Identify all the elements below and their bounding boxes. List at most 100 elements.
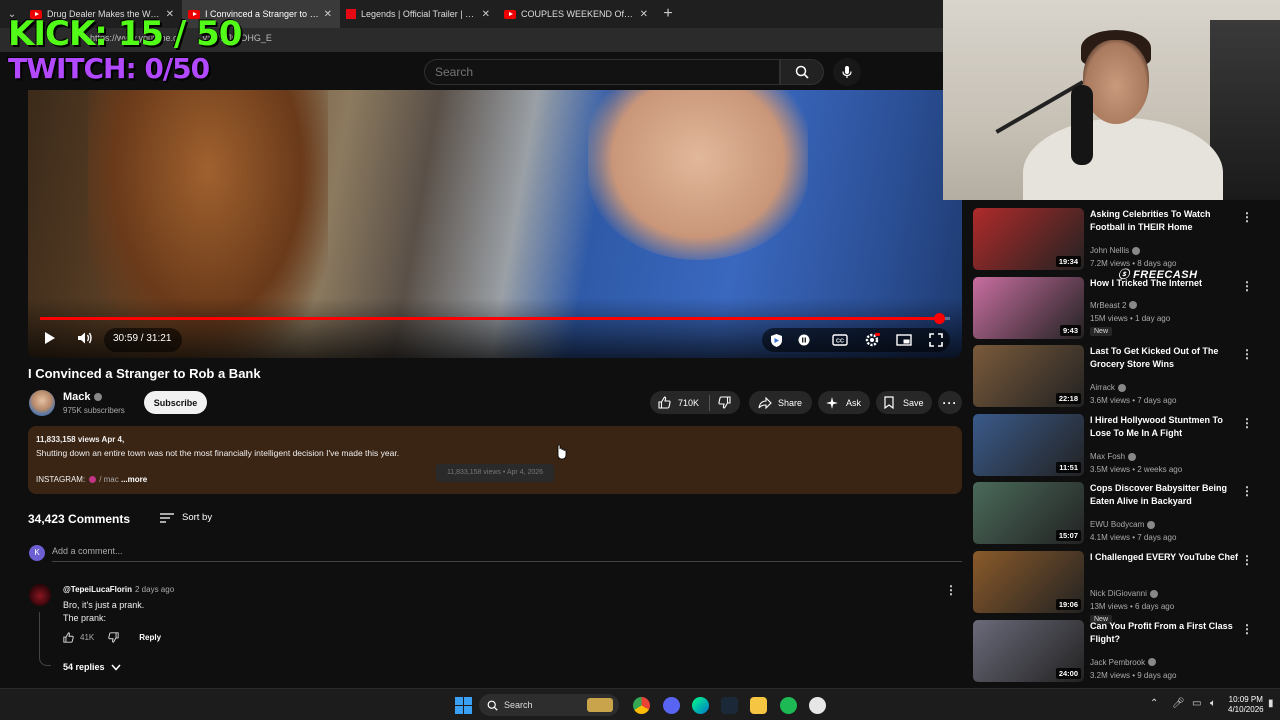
recommended-video[interactable]: 22:18 Last To Get Kicked Out of The Groce… bbox=[973, 345, 1273, 408]
notifications-icon[interactable]: ▮ bbox=[1268, 698, 1274, 709]
recommended-title[interactable]: I Challenged EVERY YouTube Chef bbox=[1090, 551, 1240, 564]
recommended-channel[interactable]: Airrack bbox=[1090, 383, 1126, 392]
like-button[interactable]: 710K bbox=[658, 396, 699, 409]
recommended-video[interactable]: 9:43 How I Tricked The Internet MrBeast 21… bbox=[973, 276, 1273, 339]
screen: ⌄ Drug Dealer Makes the Worst Mi ✕ I Con… bbox=[0, 0, 1280, 720]
recommended-video[interactable]: 11:51 I Hired Hollywood Stuntmen To Lose … bbox=[973, 413, 1273, 476]
progress-scrubber[interactable] bbox=[934, 313, 946, 324]
network-icon[interactable]: ▭ bbox=[1192, 698, 1201, 709]
video-player[interactable]: 30:59 / 31:21 CC bbox=[28, 90, 962, 358]
more-vertical-icon[interactable]: ⋮ bbox=[1241, 347, 1253, 361]
ask-button[interactable]: Ask bbox=[818, 391, 870, 414]
recommended-channel[interactable]: Jack Pembrook bbox=[1090, 658, 1157, 667]
recommended-channel[interactable]: John Nellis bbox=[1090, 246, 1141, 255]
speaker-icon[interactable]: 🔈︎ bbox=[1210, 698, 1216, 709]
description-box[interactable]: 11,833,158 views Apr 4, Shutting down an… bbox=[28, 426, 962, 494]
edge-icon[interactable] bbox=[692, 697, 709, 714]
channel-avatar[interactable] bbox=[29, 390, 55, 416]
video-thumbnail[interactable]: 24:00 bbox=[973, 619, 1084, 682]
sponsor-shield-button[interactable] bbox=[767, 328, 785, 352]
instagram-handle[interactable]: / mac bbox=[99, 475, 119, 484]
reply-button[interactable]: Reply bbox=[139, 633, 161, 642]
video-thumbnail[interactable]: 19:34 bbox=[973, 208, 1084, 270]
video-thumbnail[interactable]: 11:51 bbox=[973, 413, 1084, 476]
recommended-title[interactable]: Last To Get Kicked Out of The Grocery St… bbox=[1090, 345, 1240, 371]
tab-2[interactable]: Legends | Official Trailer | Netflix - ✕ bbox=[340, 0, 498, 28]
more-actions-button[interactable]: ··· bbox=[938, 391, 962, 414]
view-replies-button[interactable]: 54 replies bbox=[63, 662, 121, 672]
recommended-video[interactable]: 19:06 I Challenged EVERY YouTube Chef Nick… bbox=[973, 551, 1273, 624]
file-explorer-icon[interactable] bbox=[750, 697, 767, 714]
clock[interactable]: 10:09 PM 4/10/2026 bbox=[1228, 695, 1264, 715]
recommended-title[interactable]: Cops Discover Babysitter Being Eaten Ali… bbox=[1090, 482, 1240, 508]
video-thumbnail[interactable]: 19:06 bbox=[973, 551, 1084, 613]
app-icon[interactable] bbox=[809, 697, 826, 714]
thumbs-up-icon[interactable] bbox=[63, 632, 74, 643]
video-thumbnail[interactable]: 15:07 bbox=[973, 482, 1084, 545]
volume-button[interactable] bbox=[76, 328, 94, 348]
close-icon[interactable]: ✕ bbox=[640, 9, 648, 20]
spotify-icon[interactable] bbox=[780, 697, 797, 714]
more-link[interactable]: ...more bbox=[121, 475, 147, 484]
captions-button[interactable]: CC bbox=[830, 328, 850, 352]
more-vertical-icon[interactable]: ⋮ bbox=[1241, 622, 1253, 636]
video-duration: 19:34 bbox=[1055, 256, 1081, 267]
recommended-video[interactable]: 24:00 Can You Profit From a First Class F… bbox=[973, 619, 1273, 682]
mouse-cursor-icon bbox=[557, 445, 567, 460]
steam-icon[interactable] bbox=[721, 697, 738, 714]
search-box[interactable] bbox=[424, 59, 780, 85]
more-vertical-icon[interactable]: ⋮ bbox=[1241, 484, 1253, 498]
new-tab-icon[interactable]: + bbox=[656, 5, 680, 23]
subscribe-button[interactable]: Subscribe bbox=[144, 391, 207, 414]
play-button[interactable] bbox=[42, 328, 58, 348]
recommended-video[interactable]: 15:07 Cops Discover Babysitter Being Eate… bbox=[973, 482, 1273, 545]
sort-by-button[interactable]: Sort by bbox=[160, 512, 212, 523]
close-icon[interactable]: ✕ bbox=[482, 9, 490, 20]
autoplay-toggle[interactable] bbox=[796, 328, 812, 352]
timecode: 30:59 / 31:21 bbox=[113, 333, 172, 344]
video-thumbnail[interactable]: 9:43 bbox=[973, 276, 1084, 339]
tab-3[interactable]: COUPLES WEEKEND Official Traile ✕ bbox=[498, 0, 656, 28]
chevron-up-icon[interactable]: ⌃ bbox=[1150, 698, 1158, 709]
windows-start-button[interactable] bbox=[455, 697, 472, 714]
microphone-tray-icon[interactable]: 🎤︎ bbox=[1172, 698, 1185, 709]
fullscreen-button[interactable] bbox=[926, 328, 946, 352]
taskbar-search[interactable]: Search bbox=[479, 694, 619, 716]
recommended-title[interactable]: Can You Profit From a First Class Flight… bbox=[1090, 620, 1240, 646]
recommended-channel[interactable]: Max Fosh bbox=[1090, 452, 1137, 461]
commenter-avatar[interactable] bbox=[29, 584, 51, 606]
voice-search-button[interactable] bbox=[833, 58, 861, 86]
settings-button[interactable] bbox=[862, 328, 882, 352]
thumbs-down-icon[interactable] bbox=[108, 632, 119, 643]
comment-more-icon[interactable]: ⋮ bbox=[945, 583, 957, 597]
search-button[interactable] bbox=[780, 59, 824, 85]
recommended-meta: 13M views • 6 days ago bbox=[1090, 602, 1175, 611]
comment-text-line: The prank: bbox=[63, 613, 107, 623]
close-icon[interactable]: ✕ bbox=[324, 9, 332, 20]
add-comment-input[interactable]: Add a comment... bbox=[52, 546, 962, 562]
progress-bar[interactable] bbox=[40, 313, 950, 324]
more-vertical-icon[interactable]: ⋮ bbox=[1241, 553, 1253, 567]
channel-name[interactable]: Mack bbox=[63, 391, 102, 403]
video-thumbnail[interactable]: 22:18 bbox=[973, 345, 1084, 408]
more-vertical-icon[interactable]: ⋮ bbox=[1241, 210, 1253, 224]
comment-author[interactable]: @TepeiLucaFlorin 2 days ago bbox=[63, 585, 174, 594]
recommended-video[interactable]: 19:34 Asking Celebrities To Watch Footbal… bbox=[973, 208, 1273, 270]
recommended-title[interactable]: Asking Celebrities To Watch Football in … bbox=[1090, 208, 1240, 234]
discord-icon[interactable] bbox=[663, 697, 680, 714]
instagram-label: INSTAGRAM: bbox=[36, 475, 86, 484]
recommended-channel[interactable]: MrBeast 2 bbox=[1090, 301, 1138, 310]
search-input[interactable] bbox=[435, 65, 735, 79]
chrome-icon[interactable] bbox=[633, 697, 650, 714]
more-vertical-icon[interactable]: ⋮ bbox=[1241, 416, 1253, 430]
share-button[interactable]: Share bbox=[749, 391, 812, 414]
save-button[interactable]: Save bbox=[876, 391, 932, 414]
recommended-channel[interactable]: EWU Bodycam bbox=[1090, 520, 1156, 529]
miniplayer-button[interactable] bbox=[894, 328, 914, 352]
more-vertical-icon[interactable]: ⋮ bbox=[1241, 279, 1253, 293]
dislike-button[interactable] bbox=[718, 396, 731, 409]
recommended-channel[interactable]: Nick DiGiovanni bbox=[1090, 589, 1158, 598]
user-avatar[interactable]: K bbox=[29, 545, 45, 561]
recommended-title[interactable]: I Hired Hollywood Stuntmen To Lose To Me… bbox=[1090, 414, 1240, 440]
svg-text:CC: CC bbox=[836, 339, 844, 345]
